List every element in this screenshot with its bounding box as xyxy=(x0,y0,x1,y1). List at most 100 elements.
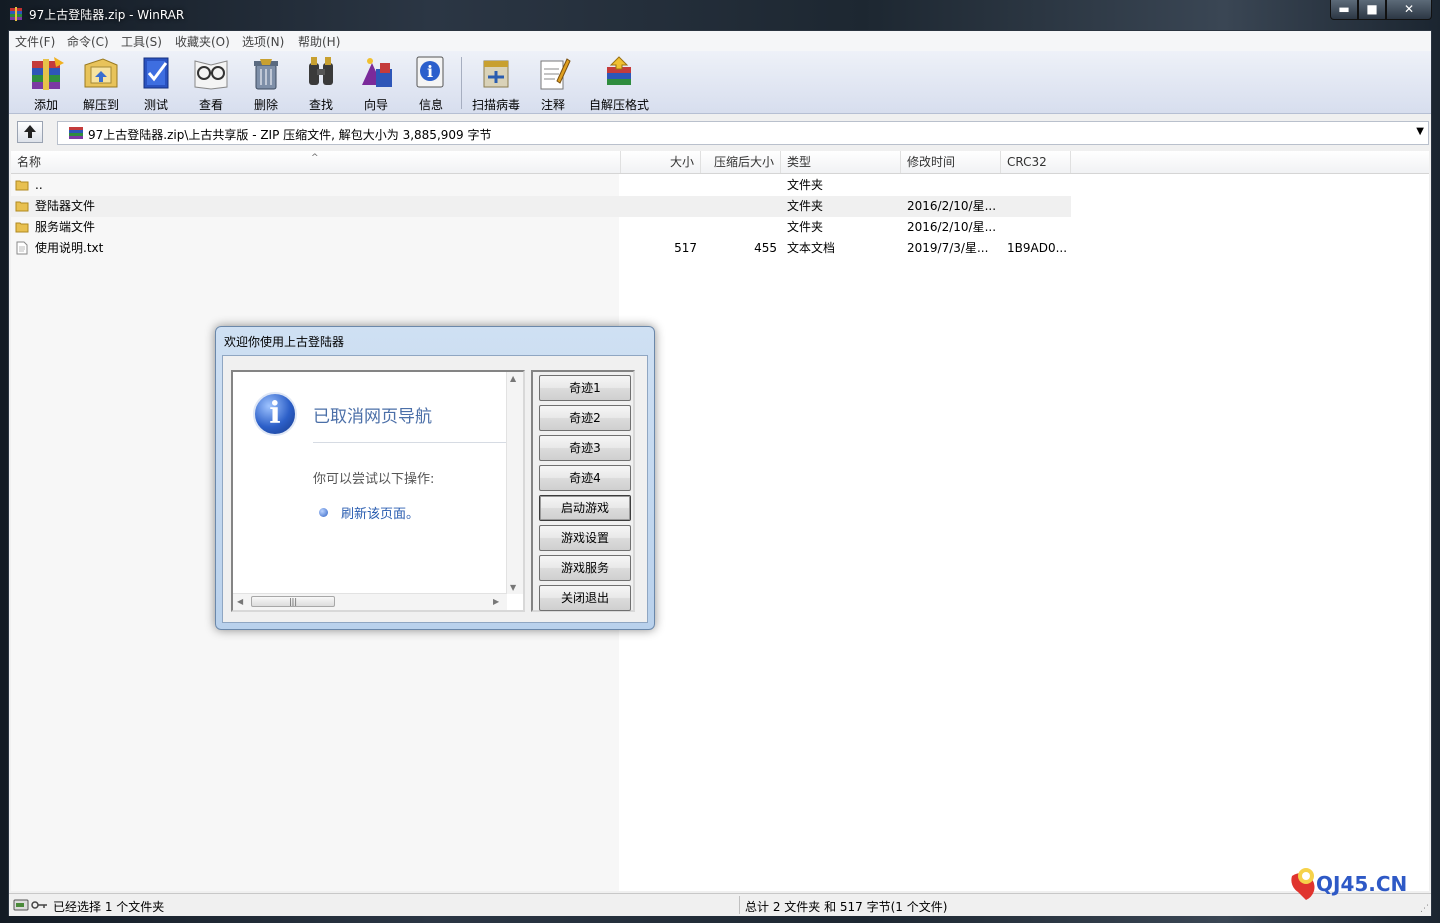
status-selection: 已经选择 1 个文件夹 xyxy=(53,900,165,914)
virus-scan-label: 扫描病毒 xyxy=(471,98,520,112)
menu-commands[interactable]: 命令(C) xyxy=(67,33,109,50)
add-archive-icon xyxy=(32,57,64,90)
vertical-scrollbar[interactable]: ▲ ▼ xyxy=(506,372,523,594)
title-bar[interactable]: 97上古登陆器.zip - WinRAR ▬ ■ ✕ xyxy=(0,0,1440,28)
watermark-text: QJ45.CN xyxy=(1316,872,1408,896)
toolbar: 添加 解压到 测试 查看 删除 查找 向导 i 信息 扫描病毒 注释 自解压格式 xyxy=(9,51,1431,114)
column-header-modified[interactable]: 修改时间 xyxy=(901,151,1001,173)
file-name: 登陆器文件 xyxy=(35,199,96,213)
game-service-button[interactable]: 游戏服务 xyxy=(539,555,631,581)
column-header-name[interactable]: 名称 ^ xyxy=(11,151,621,173)
column-header-type[interactable]: 类型 xyxy=(781,151,901,173)
file-name: .. xyxy=(35,178,43,192)
wizard-icon xyxy=(362,58,392,87)
delete-button[interactable]: 删除 xyxy=(241,55,291,113)
find-button[interactable]: 查找 xyxy=(296,55,346,113)
sfx-button[interactable]: 自解压格式 xyxy=(587,55,651,113)
menu-file[interactable]: 文件(F) xyxy=(15,33,55,50)
menu-favorites[interactable]: 收藏夹(O) xyxy=(175,33,230,50)
column-header-size[interactable]: 大小 xyxy=(621,151,701,173)
wizard-label: 向导 xyxy=(363,98,388,112)
folder-icon xyxy=(15,180,29,191)
menu-options[interactable]: 选项(N) xyxy=(242,33,284,50)
game-settings-button[interactable]: 游戏设置 xyxy=(539,525,631,551)
extract-to-label: 解压到 xyxy=(82,98,119,112)
menu-tools[interactable]: 工具(S) xyxy=(121,33,162,50)
minimize-button[interactable]: ▬ xyxy=(1330,0,1358,20)
launcher-button-panel: 奇迹1 奇迹2 奇迹3 奇迹4 启动游戏 游戏设置 游戏服务 关闭退出 xyxy=(531,370,635,612)
start-game-button[interactable]: 启动游戏 xyxy=(539,495,631,521)
close-button[interactable]: ✕ xyxy=(1386,0,1432,20)
launcher-dialog: 欢迎你使用上古登陆器 i 已取消网页导航 你可以尝试以下操作: 刷新该页面。 ▲… xyxy=(215,326,655,630)
comment-icon xyxy=(540,58,571,90)
file-packed-size xyxy=(701,217,781,238)
toolbar-separator xyxy=(461,57,462,109)
find-icon xyxy=(309,57,333,85)
list-item[interactable]: .. 文件夹 xyxy=(11,175,1071,196)
up-arrow-icon xyxy=(24,125,36,138)
list-item[interactable]: 服务端文件 文件夹 2016/2/10/星... xyxy=(11,217,1071,238)
menu-help[interactable]: 帮助(H) xyxy=(298,33,340,50)
up-folder-button[interactable] xyxy=(17,121,43,143)
dialog-body: i 已取消网页导航 你可以尝试以下操作: 刷新该页面。 ▲ ▼ ◀ ||| ▶ … xyxy=(222,355,648,623)
info-button[interactable]: i 信息 xyxy=(406,55,456,113)
view-button[interactable]: 查看 xyxy=(186,55,236,113)
file-modified xyxy=(903,175,1001,196)
file-crc32: 1B9AD0... xyxy=(1007,241,1068,255)
miracle-1-button[interactable]: 奇迹1 xyxy=(539,375,631,401)
scroll-right-icon[interactable]: ▶ xyxy=(493,597,499,606)
file-crc32 xyxy=(1003,196,1071,217)
miracle-3-button[interactable]: 奇迹3 xyxy=(539,435,631,461)
list-header: 名称 ^ 大小 压缩后大小 类型 修改时间 CRC32 xyxy=(11,151,1429,174)
comment-label: 注释 xyxy=(540,98,565,112)
file-crc32 xyxy=(1003,217,1071,238)
virus-scan-icon xyxy=(483,60,509,88)
miracle-2-button[interactable]: 奇迹2 xyxy=(539,405,631,431)
file-packed-size: 455 xyxy=(754,241,777,255)
maximize-button[interactable]: ■ xyxy=(1358,0,1386,20)
address-bar: 97上古登陆器.zip\上古共享版 - ZIP 压缩文件, 解包大小为 3,88… xyxy=(9,115,1431,149)
list-item[interactable]: 使用说明.txt 517 455 文本文档 2019/7/3/星... 1B9A… xyxy=(11,238,1071,259)
test-icon xyxy=(143,57,169,89)
address-path: 97上古登陆器.zip\上古共享版 - ZIP 压缩文件, 解包大小为 3,88… xyxy=(88,128,492,142)
sort-caret-icon: ^ xyxy=(311,153,319,163)
refresh-page-link[interactable]: 刷新该页面。 xyxy=(341,503,419,522)
navigation-cancelled-title: 已取消网页导航 xyxy=(313,407,432,427)
resize-grip-icon[interactable]: ⋰ xyxy=(1420,904,1429,914)
horizontal-scrollbar[interactable]: ◀ ||| ▶ xyxy=(233,593,507,610)
file-type: 文件夹 xyxy=(787,178,824,192)
address-field[interactable]: 97上古登陆器.zip\上古共享版 - ZIP 压缩文件, 解包大小为 3,88… xyxy=(57,121,1429,145)
column-header-packed[interactable]: 压缩后大小 xyxy=(701,151,781,173)
miracle-4-button[interactable]: 奇迹4 xyxy=(539,465,631,491)
window-frame: 97上古登陆器.zip - WinRAR ▬ ■ ✕ 文件(F) 命令(C) 工… xyxy=(0,0,1440,923)
scroll-left-icon[interactable]: ◀ xyxy=(237,597,243,606)
scroll-thumb[interactable]: ||| xyxy=(251,596,335,607)
address-dropdown-icon[interactable]: ▼ xyxy=(1416,126,1424,137)
list-item[interactable]: 登陆器文件 文件夹 2016/2/10/星... xyxy=(11,196,1071,217)
file-size xyxy=(621,217,701,238)
site-watermark: QJ45.CN xyxy=(1288,862,1424,902)
extract-to-icon xyxy=(84,58,118,88)
info-label: 信息 xyxy=(418,98,443,112)
file-type: 文本文档 xyxy=(787,241,836,255)
delete-label: 删除 xyxy=(253,98,278,112)
add-button[interactable]: 添加 xyxy=(21,55,71,113)
exit-button[interactable]: 关闭退出 xyxy=(539,585,631,611)
extract-to-button[interactable]: 解压到 xyxy=(76,55,126,113)
comment-button[interactable]: 注释 xyxy=(528,55,578,113)
test-button[interactable]: 测试 xyxy=(131,55,181,113)
scroll-up-icon[interactable]: ▲ xyxy=(510,374,516,383)
column-header-crc32[interactable]: CRC32 xyxy=(1001,151,1071,173)
file-packed-size xyxy=(701,175,781,196)
find-label: 查找 xyxy=(308,98,333,112)
file-name: 使用说明.txt xyxy=(35,241,104,255)
file-name: 服务端文件 xyxy=(35,220,96,234)
divider xyxy=(313,442,507,443)
svg-text:i: i xyxy=(427,62,433,81)
view-icon xyxy=(194,60,228,90)
wizard-button[interactable]: 向导 xyxy=(351,55,401,113)
virus-scan-button[interactable]: 扫描病毒 xyxy=(471,55,521,113)
scroll-down-icon[interactable]: ▼ xyxy=(510,583,516,592)
embedded-browser[interactable]: i 已取消网页导航 你可以尝试以下操作: 刷新该页面。 ▲ ▼ ◀ ||| ▶ xyxy=(231,370,525,612)
suggestion-text: 你可以尝试以下操作: xyxy=(313,472,435,487)
